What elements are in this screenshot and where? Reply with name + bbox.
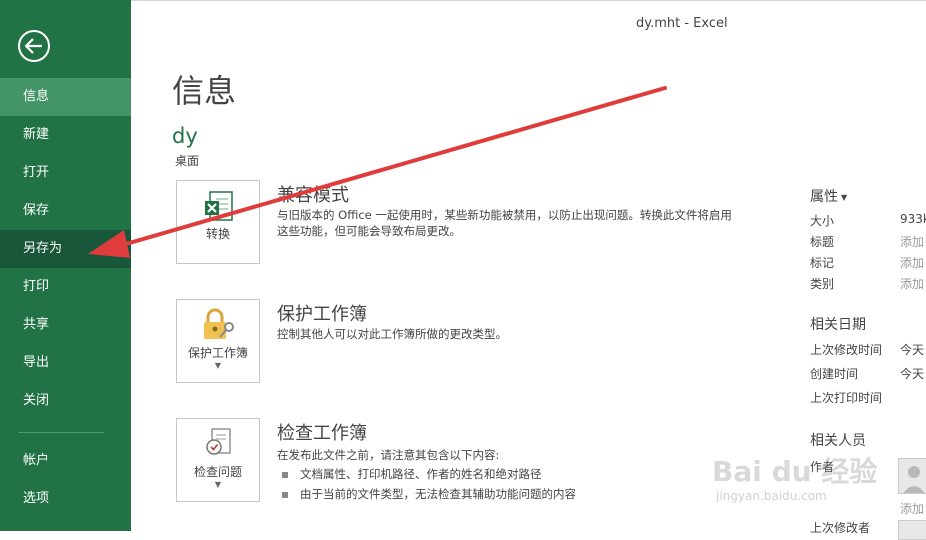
watermark-url: jingyan.baidu.com	[716, 489, 827, 503]
watermark-logo: Bai du 经验	[712, 455, 878, 488]
